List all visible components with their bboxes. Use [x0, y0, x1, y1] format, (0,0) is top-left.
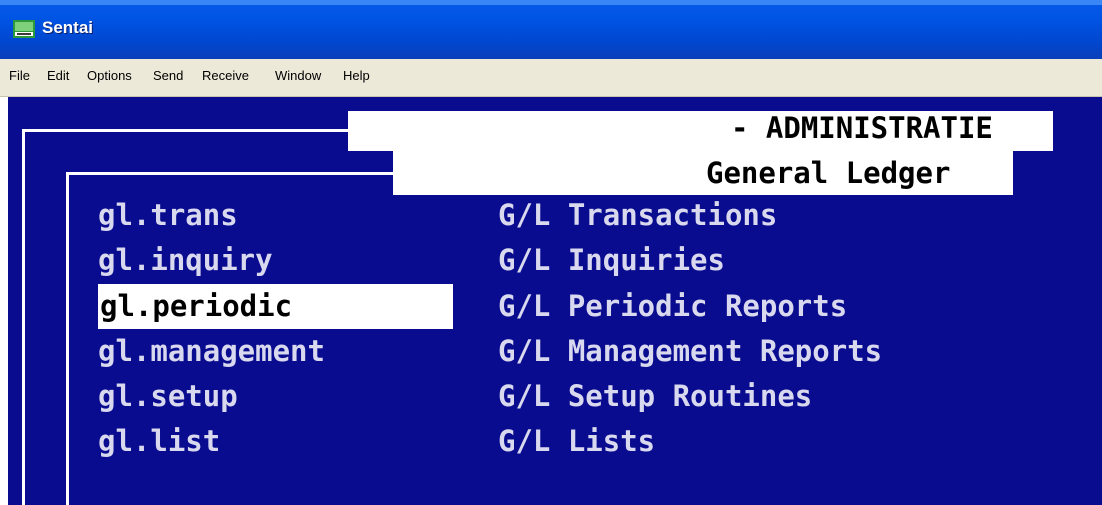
frame-inner-top — [66, 172, 396, 175]
frame-outer-top — [22, 129, 367, 132]
header-module-title: General Ledger — [706, 156, 951, 190]
command-description: G/L Periodic Reports — [498, 289, 848, 323]
menu-file[interactable]: File — [9, 68, 30, 83]
title-bar[interactable]: Sentai — [0, 0, 1102, 59]
command-description: G/L Lists — [498, 424, 656, 458]
terminal-screen[interactable]: - ADMINISTRATIE General Ledger gl.trans … — [8, 97, 1102, 505]
command-item[interactable]: gl.setup — [98, 374, 238, 419]
menu-bar: File Edit Options Send Receive Window He… — [0, 59, 1102, 97]
menu-edit[interactable]: Edit — [47, 68, 69, 83]
command-item-selected[interactable]: gl.periodic — [98, 284, 453, 329]
command-description: G/L Management Reports — [498, 334, 883, 368]
frame-inner-left — [66, 172, 69, 505]
command-item[interactable]: gl.inquiry — [98, 238, 273, 283]
menu-help[interactable]: Help — [343, 68, 370, 83]
menu-window[interactable]: Window — [275, 68, 321, 83]
command-description: G/L Inquiries — [498, 243, 725, 277]
title-bar-highlight — [0, 0, 1102, 5]
menu-options[interactable]: Options — [87, 68, 132, 83]
terminal-app-icon — [13, 20, 35, 38]
header-administration: - ADMINISTRATIE — [731, 111, 993, 145]
command-description: G/L Transactions — [498, 198, 778, 232]
command-item[interactable]: gl.list — [98, 419, 220, 464]
menu-receive[interactable]: Receive — [202, 68, 249, 83]
command-item[interactable]: gl.trans — [98, 193, 238, 238]
command-item[interactable]: gl.management — [98, 329, 325, 374]
window-title: Sentai — [42, 18, 94, 37]
menu-send[interactable]: Send — [153, 68, 183, 83]
app-window: Sentai File Edit Options Send Receive Wi… — [0, 0, 1102, 505]
command-description: G/L Setup Routines — [498, 379, 813, 413]
frame-outer-left — [22, 129, 25, 505]
